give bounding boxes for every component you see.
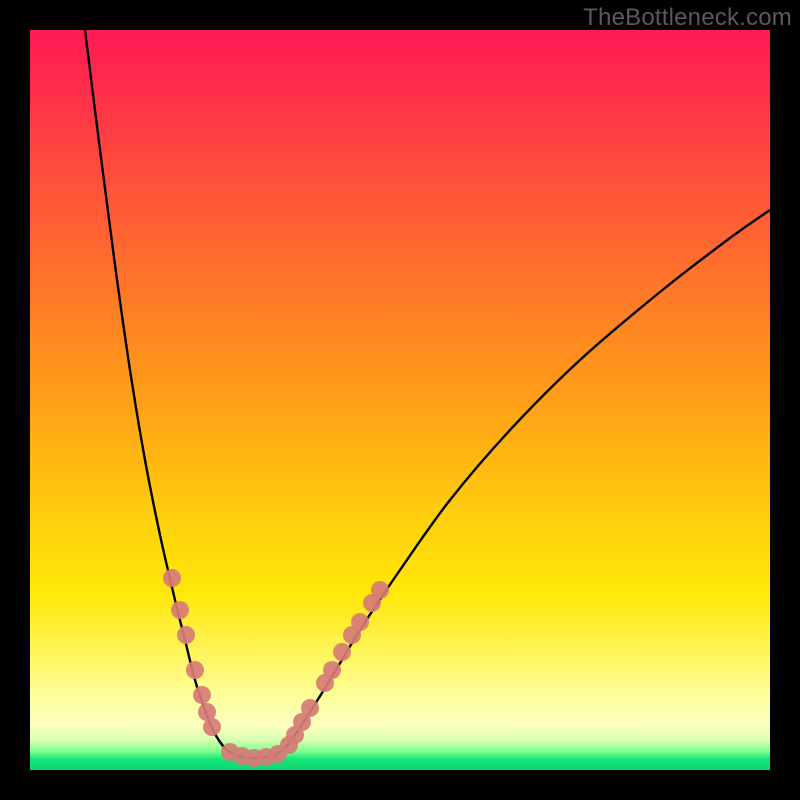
curve-dot [333, 643, 351, 661]
curve-dot [351, 613, 369, 631]
curve-dot [193, 686, 211, 704]
curve-layer [30, 30, 770, 770]
plot-area [30, 30, 770, 770]
watermark-text: TheBottleneck.com [583, 4, 792, 32]
chart-frame: TheBottleneck.com [0, 0, 800, 800]
curve-dot [301, 699, 319, 717]
curve-dot [163, 569, 181, 587]
curve-dots [163, 569, 389, 767]
curve-dot [186, 661, 204, 679]
curve-dot [177, 626, 195, 644]
curve-dot [371, 581, 389, 599]
curve-dot [171, 601, 189, 619]
curve-dot [323, 661, 341, 679]
curve-dot [203, 718, 221, 736]
bottleneck-curve [85, 30, 770, 758]
